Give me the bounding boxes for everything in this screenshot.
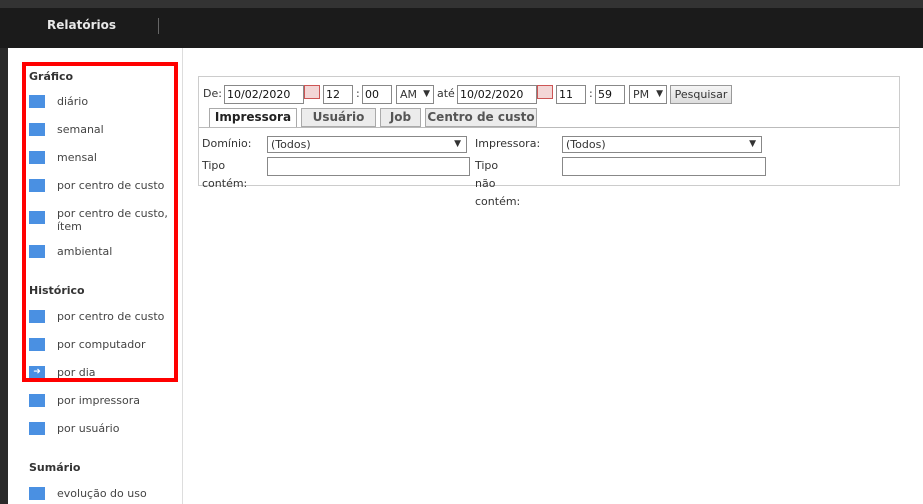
filter-panel: De: 10/02/2020 12 : 00 AM ▼ até 10/02/20… — [198, 76, 900, 208]
highlight-box — [22, 62, 178, 382]
time-separator: : — [356, 87, 360, 100]
section-title-sumario: Sumário — [29, 461, 81, 474]
de-label: De: — [203, 87, 222, 100]
time-separator: : — [589, 87, 593, 100]
sidebar-item-sumario-evolucao[interactable]: evolução do uso — [29, 487, 179, 504]
impressora-label: Impressora: — [475, 137, 541, 150]
top-bar: Relatórios — [0, 0, 923, 48]
to-minute-input[interactable]: 59 — [595, 85, 625, 104]
ate-label: até — [437, 87, 455, 100]
sidebar: Gráfico diário semanal mensal por centro… — [8, 48, 183, 504]
impressora-value: (Todos) — [566, 138, 606, 151]
from-minute-input[interactable]: 00 — [362, 85, 392, 104]
tab-job[interactable]: Job — [380, 108, 421, 127]
tab-impressora[interactable]: Impressora — [209, 108, 297, 128]
dropdown-arrow-icon: ▼ — [656, 89, 663, 99]
sidebar-item-label: por impressora — [57, 394, 140, 407]
tab-centro-de-custo[interactable]: Centro de custo — [425, 108, 537, 127]
dominio-value: (Todos) — [271, 138, 311, 151]
tipo-nao-contem-label: Tipo não contém: — [475, 159, 521, 208]
tab-divider — [199, 127, 899, 128]
tipo-contem-label: Tipo contém: — [202, 159, 248, 190]
to-ampm-select[interactable]: PM ▼ — [629, 85, 667, 104]
sidebar-item-historico-usuario[interactable]: por usuário — [29, 422, 179, 442]
search-button[interactable]: Pesquisar — [670, 85, 732, 104]
dropdown-arrow-icon: ▼ — [454, 139, 461, 149]
from-ampm-value: AM — [400, 88, 418, 101]
from-date-input[interactable]: 10/02/2020 — [224, 85, 304, 104]
sidebar-item-label: por usuário — [57, 422, 120, 435]
sidebar-item-historico-impressora[interactable]: por impressora — [29, 394, 179, 414]
to-date-input[interactable]: 10/02/2020 — [457, 85, 537, 104]
report-icon — [29, 422, 45, 435]
page: Gráfico diário semanal mensal por centro… — [8, 48, 923, 504]
report-icon — [29, 394, 45, 407]
dominio-select[interactable]: (Todos) ▼ — [267, 136, 467, 153]
calendar-icon[interactable] — [537, 85, 553, 99]
dominio-label: Domínio: — [202, 137, 252, 150]
tipo-nao-contem-input[interactable] — [562, 157, 766, 176]
from-ampm-select[interactable]: AM ▼ — [396, 85, 434, 104]
impressora-select[interactable]: (Todos) ▼ — [562, 136, 762, 153]
report-icon — [29, 487, 45, 500]
from-hour-input[interactable]: 12 — [323, 85, 353, 104]
to-hour-input[interactable]: 11 — [556, 85, 586, 104]
calendar-icon[interactable] — [304, 85, 320, 99]
dropdown-arrow-icon: ▼ — [423, 89, 430, 99]
to-ampm-value: PM — [633, 88, 650, 101]
tab-relatorios[interactable]: Relatórios — [47, 18, 116, 32]
tab-usuario[interactable]: Usuário — [301, 108, 376, 127]
tab-separator — [158, 18, 159, 34]
dropdown-arrow-icon: ▼ — [749, 139, 756, 149]
tipo-contem-input[interactable] — [267, 157, 470, 176]
sidebar-item-label: evolução do uso — [57, 487, 147, 500]
